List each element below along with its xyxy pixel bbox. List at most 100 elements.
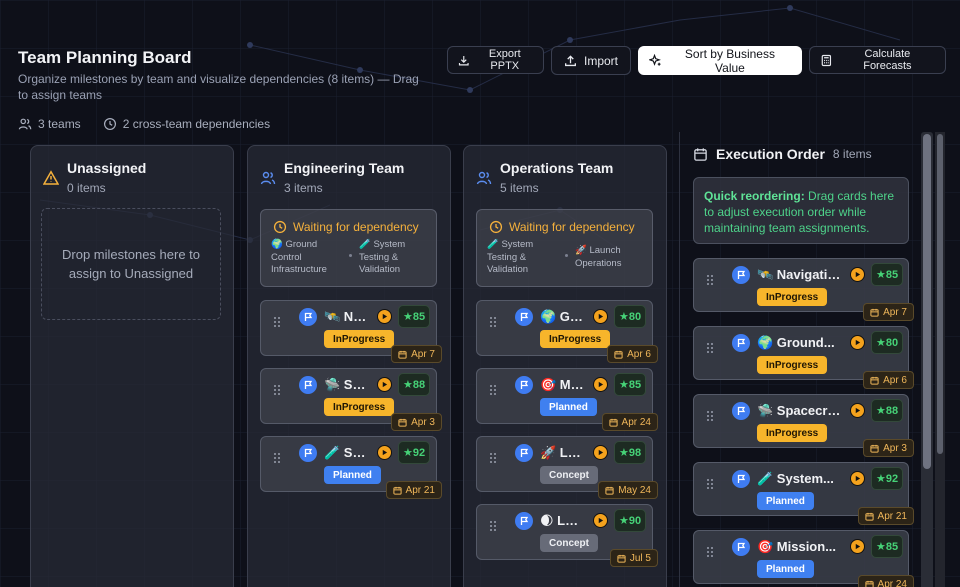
drag-handle-icon[interactable] — [274, 385, 282, 395]
milestone-card[interactable]: 🛰️ Navigation...★85InProgressApr 7 — [260, 300, 442, 363]
page-scrollbar-thumb[interactable] — [937, 134, 943, 454]
milestone-title: 🎯 Mission... — [757, 539, 837, 554]
import-button[interactable]: Import — [551, 46, 631, 75]
calculator-icon — [821, 54, 832, 66]
quick-reorder-strong: Quick reordering: — [704, 189, 805, 203]
business-value-score: ★98 — [614, 441, 647, 464]
calendar-icon — [870, 308, 879, 317]
due-date: Jul 5 — [629, 552, 651, 564]
play-icon[interactable] — [850, 471, 865, 486]
column-operations-team[interactable]: Operations Team 5 items Waiting for depe… — [463, 145, 667, 587]
play-icon[interactable] — [850, 539, 865, 554]
calculate-forecasts-button[interactable]: Calculate Forecasts — [809, 46, 946, 74]
milestone-title: 🎯 Mission... — [540, 377, 584, 392]
due-date: Apr 7 — [883, 306, 907, 318]
dependency-separator — [565, 254, 568, 257]
upload-icon — [565, 55, 576, 67]
business-value-score: ★85 — [871, 535, 904, 558]
calendar-icon — [617, 554, 626, 563]
calendar-icon — [864, 580, 874, 587]
milestone-flag-icon — [299, 308, 317, 326]
dependencies-stat: 2 cross-team dependencies — [103, 117, 270, 131]
play-icon[interactable] — [850, 267, 865, 282]
milestone-card[interactable]: 🌍 Ground...★80InProgressApr 6 — [476, 300, 658, 363]
play-icon[interactable] — [377, 445, 392, 460]
milestone-card[interactable]: 🎯 Mission... ★85 Planned Apr 24 — [476, 368, 658, 431]
waiting-label: Waiting for dependency — [293, 220, 419, 234]
status-badge: Planned — [324, 466, 381, 484]
column-header: Unassigned 0 items — [43, 160, 146, 195]
drag-handle-icon[interactable] — [490, 317, 498, 327]
play-icon[interactable] — [377, 309, 392, 324]
dependency-from: 🧪 System Testing & Validation — [487, 239, 534, 275]
sparkles-icon — [649, 54, 661, 66]
calendar-icon — [605, 486, 614, 495]
milestone-flag-icon — [515, 376, 533, 394]
scrollbar-thumb[interactable] — [923, 134, 931, 469]
milestone-card[interactable]: 🚀 Launch... ★98 Concept May 24 — [476, 436, 658, 499]
drag-handle-icon[interactable] — [274, 317, 282, 327]
column-count: 5 items — [500, 181, 539, 195]
drag-handle-icon[interactable] — [707, 547, 715, 557]
users-icon — [476, 171, 492, 185]
column-unassigned[interactable]: Unassigned 0 items Drop milestones here … — [30, 145, 234, 587]
column-engineering-team[interactable]: Engineering Team 3 items Waiting for dep… — [247, 145, 451, 587]
page-title: Team Planning Board — [18, 48, 192, 67]
milestone-card[interactable]: 🌒 Lunar... ★90 Concept Jul 5 — [476, 504, 658, 567]
drag-handle-icon[interactable] — [490, 385, 498, 395]
drag-handle-icon[interactable] — [490, 521, 498, 531]
milestone-title: 🚀 Launch... — [540, 445, 584, 460]
play-icon[interactable] — [593, 377, 608, 392]
due-date: May 24 — [618, 484, 651, 496]
dependency-waiting-box: Waiting for dependency 🌍 Ground Control … — [260, 209, 437, 287]
milestone-card[interactable]: 🛸 Spacecraft...★88InProgressApr 3 — [260, 368, 442, 431]
column-header: Operations Team 5 items — [476, 160, 613, 195]
calendar-icon — [870, 444, 879, 453]
sort-by-business-value-button[interactable]: Sort by Business Value — [638, 46, 802, 75]
due-date: Apr 3 — [411, 416, 435, 428]
milestone-card[interactable]: 🎯 Mission... ★85 Planned Apr 24 — [693, 530, 914, 587]
business-value-score: ★92 — [398, 441, 431, 464]
drag-handle-icon[interactable] — [707, 343, 715, 353]
team-planning-board: Team Planning Board Organize milestones … — [0, 0, 960, 587]
due-date: Apr 6 — [627, 348, 651, 360]
column-count: 3 items — [284, 181, 323, 195]
play-icon[interactable] — [850, 403, 865, 418]
due-date-badge: Apr 3 — [391, 413, 442, 431]
due-date-badge: Apr 6 — [607, 345, 658, 363]
milestone-title: 🧪 System... — [324, 445, 368, 460]
business-value-score: ★88 — [871, 399, 904, 422]
milestone-flag-icon — [732, 334, 750, 352]
drag-handle-icon[interactable] — [707, 479, 715, 489]
drop-zone[interactable]: Drop milestones here to assign to Unassi… — [41, 208, 221, 320]
business-value-score: ★88 — [398, 373, 431, 396]
milestone-flag-icon — [515, 512, 533, 530]
play-icon[interactable] — [850, 335, 865, 350]
milestone-title: 🛸 Spacecraft... — [757, 403, 843, 418]
milestone-card[interactable]: 🛰️ Navigation...★85InProgressApr 7 — [693, 258, 914, 321]
milestone-card[interactable]: 🌍 Ground...★80InProgressApr 6 — [693, 326, 914, 389]
dependency-from: 🌍 Ground Control Infrastructure — [271, 239, 327, 275]
milestone-card[interactable]: 🛸 Spacecraft...★88InProgressApr 3 — [693, 394, 914, 457]
dependency-separator — [349, 254, 352, 257]
play-icon[interactable] — [377, 377, 392, 392]
drag-handle-icon[interactable] — [490, 453, 498, 463]
drag-handle-icon[interactable] — [274, 453, 282, 463]
calendar-icon — [694, 147, 707, 161]
clock-icon — [489, 220, 503, 234]
milestone-card[interactable]: 🧪 System... ★92 Planned Apr 21 — [693, 462, 914, 525]
due-date-badge: May 24 — [598, 481, 658, 499]
play-icon[interactable] — [593, 309, 608, 324]
milestone-card[interactable]: 🧪 System... ★92 Planned Apr 21 — [260, 436, 442, 499]
download-icon — [458, 55, 469, 65]
drag-handle-icon[interactable] — [707, 411, 715, 421]
due-date-badge: Apr 24 — [857, 575, 914, 587]
waiting-label: Waiting for dependency — [509, 220, 635, 234]
play-icon[interactable] — [593, 513, 608, 528]
drag-handle-icon[interactable] — [707, 275, 715, 285]
dependency-waiting-box: Waiting for dependency 🧪 System Testing … — [476, 209, 653, 287]
export-pptx-button[interactable]: Export PPTX — [447, 46, 544, 74]
due-date-badge: Apr 7 — [391, 345, 442, 363]
play-icon[interactable] — [593, 445, 608, 460]
calendar-icon — [614, 350, 623, 359]
